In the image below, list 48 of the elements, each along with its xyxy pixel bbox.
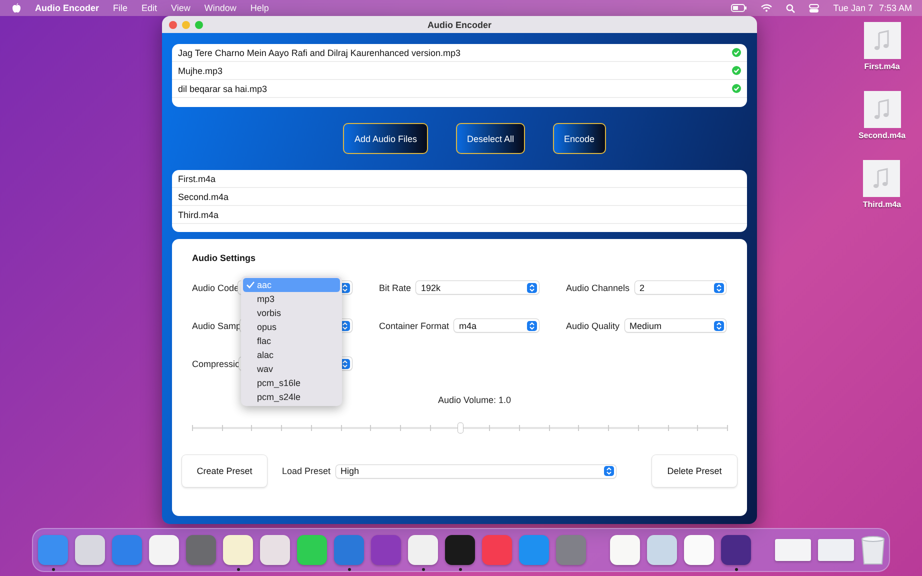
input-file-row[interactable]: Jag Tere Charno Mein Aayo Rafi and Dilraj Kaurenhanced version.mp3	[172, 44, 747, 62]
delete-preset-button[interactable]: Delete Preset	[652, 455, 737, 487]
menu-option[interactable]: wav	[243, 362, 340, 376]
popup-menu[interactable]: m4a	[454, 319, 539, 332]
app-menu[interactable]: Audio Encoder	[35, 3, 100, 13]
menu-option[interactable]: flac	[243, 334, 340, 348]
menu-option[interactable]: pcm_s16le	[243, 376, 340, 390]
desktop-file-label[interactable]: Third.m4a	[862, 200, 902, 209]
preset-popup[interactable]: High	[336, 464, 616, 478]
file-name: Third.m4a	[178, 210, 220, 220]
menu-option[interactable]: mp3	[243, 292, 340, 306]
popup-menu[interactable]: 2	[634, 281, 726, 294]
section-title: Audio Settings	[192, 253, 256, 263]
create-preset-button[interactable]: Create Preset	[182, 455, 267, 487]
field-label: Bit Rate	[379, 282, 412, 292]
file-name: Second.m4a	[178, 192, 230, 202]
field-label: Load Preset	[282, 466, 331, 476]
menu-option[interactable]: alac	[243, 348, 340, 362]
menu-item[interactable]: File	[113, 3, 128, 13]
file-name: dil beqarar sa hai.mp3	[178, 84, 268, 94]
volume-label: Audio Volume: 1.0	[438, 395, 512, 405]
menu-option[interactable]: opus	[243, 320, 340, 334]
input-file-row[interactable]: Mujhe.mp3	[172, 62, 747, 80]
menu-item[interactable]: Window	[204, 3, 236, 13]
window-title: Audio Encoder	[426, 20, 492, 30]
desktop-file-label[interactable]: First.m4a	[864, 62, 900, 71]
output-file-row[interactable]: Third.m4a	[172, 206, 747, 224]
action-button[interactable]: Encode	[553, 123, 606, 154]
menu-item[interactable]: Edit	[142, 3, 158, 13]
desktop-file-label[interactable]: Second.m4a	[858, 131, 906, 140]
field-label: Audio Quality	[566, 320, 620, 330]
popup-menu[interactable]: Medium	[624, 319, 726, 332]
file-name: Mujhe.mp3	[178, 66, 224, 76]
menu-item[interactable]: Help	[250, 3, 269, 13]
menu-option[interactable]: vorbis	[243, 306, 340, 320]
action-button[interactable]: Add Audio Files	[343, 123, 428, 154]
input-file-row[interactable]: dil beqarar sa hai.mp3	[172, 80, 747, 98]
popup-menu[interactable]: 192k	[416, 281, 539, 294]
field-label: Container Format	[379, 320, 450, 330]
output-file-row[interactable]: Second.m4a	[172, 188, 747, 206]
menu-item[interactable]: View	[171, 3, 190, 13]
output-file-row[interactable]: First.m4a	[172, 170, 747, 188]
field-label: Compressio	[192, 358, 240, 368]
field-label: Audio Channels	[566, 282, 630, 292]
action-button[interactable]: Deselect All	[456, 123, 526, 154]
menu-option[interactable]: pcm_s24le	[243, 390, 340, 404]
file-name: First.m4a	[178, 174, 217, 184]
file-name: Jag Tere Charno Mein Aayo Rafi and Dilraj Kaurenhanced version.mp3	[178, 48, 462, 58]
